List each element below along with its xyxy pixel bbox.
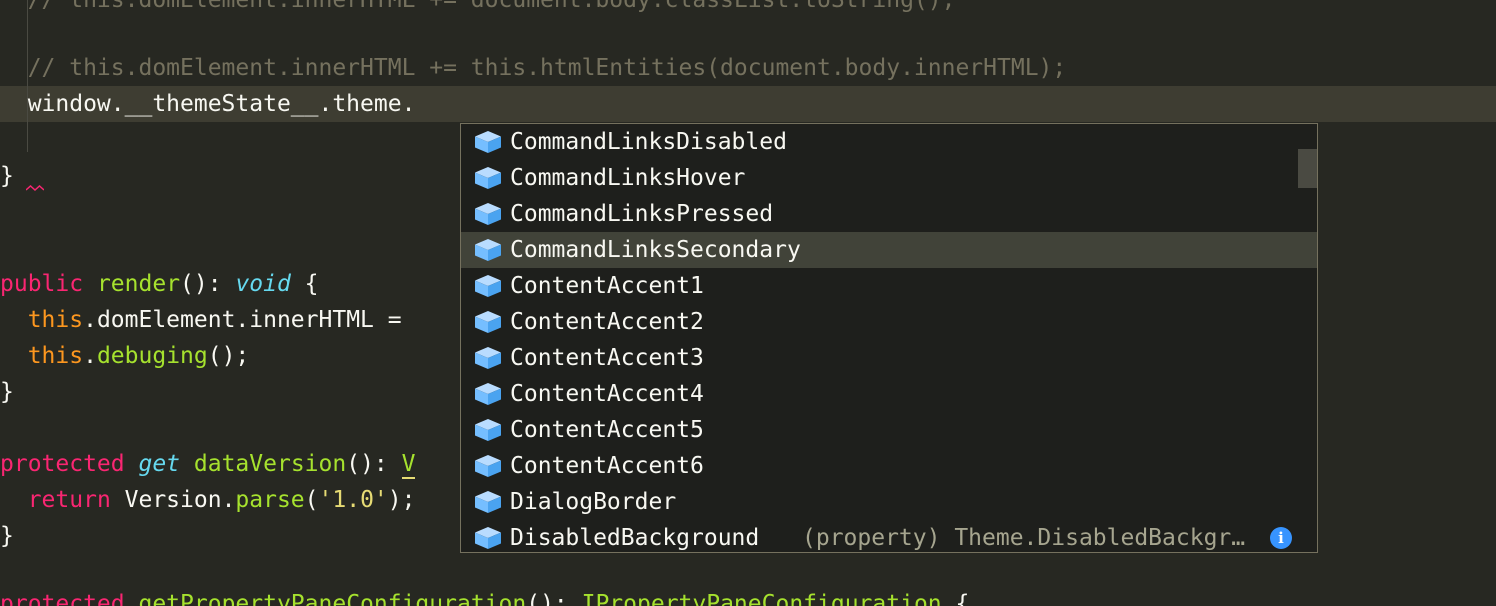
property-cube-icon (475, 419, 501, 441)
code-token: Version. (110, 487, 236, 513)
suggestion-label: CommandLinksPressed (510, 201, 774, 227)
code-token: (): (346, 451, 402, 477)
code-line[interactable]: public render(): void { (0, 266, 319, 302)
suggestion-item[interactable]: DisabledBackground (property) Theme.Disa… (461, 520, 1317, 552)
suggestion-item[interactable]: ContentAccent1 (461, 268, 1317, 304)
code-line[interactable]: protected get dataVersion(): V (0, 446, 416, 482)
suggestion-item[interactable]: ContentAccent2 (461, 304, 1317, 340)
suggestion-item[interactable]: ContentAccent3 (461, 340, 1317, 376)
code-line[interactable]: } (0, 518, 14, 554)
property-cube-icon (475, 239, 501, 261)
code-line[interactable]: // this.domElement.innerHTML += this.htm… (0, 50, 1067, 86)
property-cube-icon (475, 167, 501, 189)
code-line[interactable]: this.debuging(); (0, 338, 250, 374)
property-cube-icon (475, 455, 501, 477)
code-token: getPropertyPaneConfiguration (138, 591, 527, 606)
suggestion-label: ContentAccent2 (510, 309, 704, 335)
code-line-current[interactable]: window.__themeState__.theme. (0, 86, 416, 122)
code-token: // this.domElement.innerHTML += this.htm… (0, 55, 1067, 81)
code-token: get (138, 451, 181, 477)
code-token: void (235, 271, 291, 297)
code-editor[interactable]: // this.domElement.innerHTML += document… (0, 0, 1496, 606)
code-token: IPropertyPaneConfiguration (581, 591, 942, 606)
property-cube-icon (475, 203, 501, 225)
suggestion-item[interactable]: CommandLinksHover (461, 160, 1317, 196)
code-token: render (96, 271, 181, 297)
code-token: this (27, 343, 84, 369)
code-token: .domElement.innerHTML = (83, 307, 416, 333)
code-token: window.__themeState__.theme. (0, 91, 416, 117)
error-squiggle (26, 185, 44, 191)
code-token: } (0, 379, 14, 405)
code-token: public (0, 271, 84, 297)
code-line[interactable]: protected getPropertyPaneConfiguration()… (0, 586, 969, 606)
code-token: debuging (96, 343, 208, 369)
property-cube-icon (475, 491, 501, 513)
code-token: (); (207, 343, 250, 369)
code-token: this (27, 307, 84, 333)
code-token: (): (180, 271, 236, 297)
code-token: V (401, 451, 416, 479)
info-icon[interactable]: i (1270, 527, 1292, 549)
property-cube-icon (475, 383, 501, 405)
property-cube-icon (475, 311, 501, 333)
code-line[interactable]: return Version.parse('1.0'); (0, 482, 416, 518)
code-token: // this.domElement.innerHTML += document… (0, 0, 956, 13)
suggestion-item[interactable]: CommandLinksDisabled (461, 124, 1317, 160)
suggestion-item[interactable]: ContentAccent4 (461, 376, 1317, 412)
property-cube-icon (475, 131, 501, 153)
code-token: ( (304, 487, 319, 513)
property-cube-icon (475, 527, 501, 549)
code-token: (): (526, 591, 582, 606)
suggestion-item[interactable]: ContentAccent5 (461, 412, 1317, 448)
suggestion-label: CommandLinksHover (510, 165, 746, 191)
suggestion-label: ContentAccent5 (510, 417, 704, 443)
code-line[interactable]: } (0, 158, 14, 194)
suggestion-item[interactable]: CommandLinksSecondary (461, 232, 1317, 268)
suggestion-label: ContentAccent1 (510, 273, 704, 299)
code-token: dataVersion (193, 451, 347, 477)
code-line[interactable]: this.domElement.innerHTML = (0, 302, 415, 338)
suggestion-detail: (property) Theme.DisabledBackgr… (802, 525, 1246, 551)
suggestion-label: DialogBorder (510, 489, 677, 515)
code-token: '1.0' (318, 487, 388, 513)
suggestion-item[interactable]: CommandLinksPressed (461, 196, 1317, 232)
suggestion-label: DisabledBackground (510, 525, 760, 551)
suggestion-item[interactable]: ContentAccent6 (461, 448, 1317, 484)
code-token: } (0, 523, 14, 549)
code-token: return (27, 487, 111, 513)
code-token: . (83, 343, 97, 369)
property-cube-icon (475, 275, 501, 297)
suggestion-scrollbar-thumb[interactable] (1298, 149, 1317, 188)
suggestion-label: CommandLinksSecondary (510, 237, 801, 263)
code-token: ); (387, 487, 416, 513)
code-token: protected (0, 591, 125, 606)
code-line[interactable]: } (0, 374, 14, 410)
code-token: protected (0, 451, 125, 477)
code-token: } (0, 163, 14, 189)
property-cube-icon (475, 347, 501, 369)
autocomplete-suggestion-widget[interactable]: CommandLinksDisabled CommandLinksHover C… (460, 123, 1318, 553)
code-token: { (941, 591, 970, 606)
suggestion-label: CommandLinksDisabled (510, 129, 787, 155)
suggestion-label: ContentAccent3 (510, 345, 704, 371)
code-token: parse (235, 487, 305, 513)
code-token: { (290, 271, 319, 297)
suggestion-label: ContentAccent4 (510, 381, 704, 407)
suggestion-item[interactable]: DialogBorder (461, 484, 1317, 520)
code-line[interactable]: // this.domElement.innerHTML += document… (0, 0, 956, 18)
suggestion-label: ContentAccent6 (510, 453, 704, 479)
